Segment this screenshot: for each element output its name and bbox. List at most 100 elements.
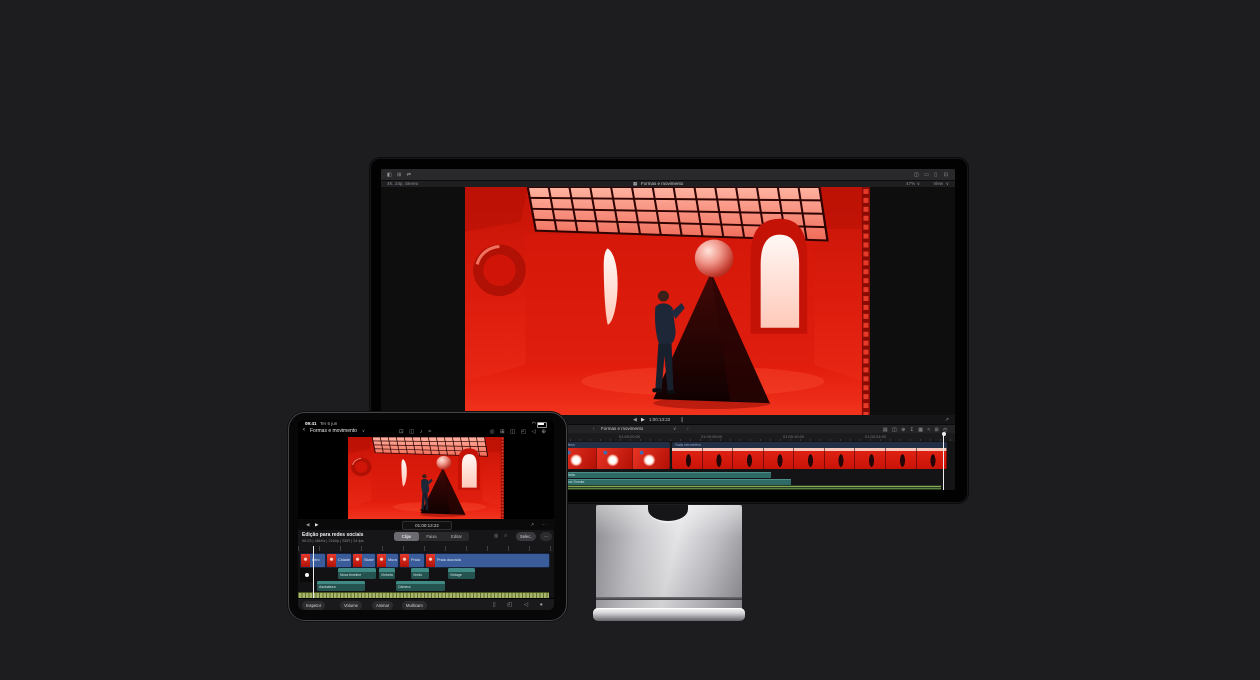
ipad-timeline: Edição para redes sociais 00:23 | 48kHz … bbox=[298, 530, 554, 598]
audio-waveform-line bbox=[560, 488, 941, 489]
video-clip[interactable]: Cidade bbox=[326, 553, 352, 568]
clip-thumbnails bbox=[560, 448, 670, 469]
fcp-toolbar: ◧ ⊞ ⇄ ◫ ▭ ▯ ⊡ bbox=[381, 169, 955, 181]
clip-thumbnail bbox=[327, 554, 336, 567]
video-clip[interactable]: Mural bbox=[376, 553, 399, 568]
ipad: 09:41 Ter 6 jun ◠ ‹ Formas e movimento ∨… bbox=[288, 412, 567, 621]
eye-icon[interactable]: ◎ bbox=[494, 533, 500, 539]
prev-frame-icon[interactable]: ◀ bbox=[633, 417, 637, 423]
inspector-button[interactable]: Inspetor bbox=[302, 601, 325, 610]
title-clip-name: Câmera bbox=[396, 584, 445, 591]
more-icon[interactable]: ⋯ bbox=[542, 522, 549, 528]
volume-button[interactable]: Volume bbox=[340, 601, 362, 610]
title-clip[interactable]: Assinatura bbox=[317, 581, 365, 591]
studio-display-base bbox=[593, 608, 745, 621]
ipad-transport: ◀ ▶ 01:00:13:22 ↗ ⋯ bbox=[298, 519, 554, 530]
video-clip[interactable]: Praia dourada bbox=[425, 553, 550, 568]
title-clip[interactable]: Nova timeline bbox=[338, 568, 376, 579]
status-date: Ter 6 jun bbox=[320, 421, 337, 426]
hero-scene: ◧ ⊞ ⇄ ◫ ▭ ▯ ⊡ 4K, 24p, Stereo ▦ Formas e… bbox=[0, 0, 1260, 680]
clip-name: Skate bbox=[364, 554, 374, 567]
toolbar-right-icons[interactable]: ▯ ◰ ◁ ● bbox=[493, 602, 548, 608]
title-clip[interactable]: Vintage bbox=[448, 568, 475, 579]
edit-mode-segmented-control: Clipe Faixa Editar bbox=[394, 532, 469, 541]
clip-name: Cidade bbox=[338, 554, 350, 567]
clip-thumbnail bbox=[764, 448, 795, 469]
clip-thumbnail bbox=[733, 448, 764, 469]
mode-range[interactable]: Faixa bbox=[419, 532, 444, 541]
title-clip-name: Vinheta bbox=[379, 572, 395, 579]
clip-thumbnail bbox=[672, 448, 703, 469]
ruler-label: 01:00:08:00 bbox=[701, 434, 722, 439]
title-clip[interactable]: Vinheta bbox=[560, 472, 771, 478]
clip-thumbnail bbox=[353, 554, 362, 567]
ipad-ruler[interactable] bbox=[298, 546, 554, 551]
multicam-button[interactable]: Multicam bbox=[402, 601, 427, 610]
ruler-label: 01:00:00:00 bbox=[619, 434, 640, 439]
play-icon[interactable]: ▶ bbox=[315, 522, 320, 528]
audio-track[interactable] bbox=[560, 485, 941, 490]
animate-button[interactable]: Animar bbox=[372, 601, 393, 610]
clip-thumbnail bbox=[400, 554, 409, 567]
nav-right-icons[interactable]: ◎ ⊞ ◫ ◰ ◁ ⊕ bbox=[490, 429, 548, 435]
title-clip[interactable]: Vinheta bbox=[379, 568, 395, 579]
clip-name: Mural bbox=[388, 554, 397, 567]
title-caret-icon: ∨ bbox=[362, 428, 365, 433]
share-icon[interactable]: ⊡ bbox=[944, 172, 950, 178]
playhead-handle[interactable] bbox=[942, 432, 946, 436]
title-clip-name: Verão bbox=[411, 572, 429, 579]
snapping-magnet-icon[interactable]: ∩ bbox=[504, 533, 510, 539]
clip-thumbnail bbox=[377, 554, 386, 567]
ipad-playhead[interactable] bbox=[313, 546, 314, 598]
select-button[interactable]: Selec. bbox=[516, 532, 536, 541]
ipad-nav-bar: ‹ Formas e movimento ∨ ⊡ ◫ ♪ ≈ ◎ ⊞ ◫ ◰ ◁… bbox=[298, 427, 554, 437]
fcp-toolbar-left-icons[interactable]: ◧ ⊞ ⇄ bbox=[387, 172, 413, 178]
ipad-viewer-video[interactable] bbox=[348, 437, 504, 519]
timeline-project-title[interactable]: Formas e movimento bbox=[601, 426, 643, 432]
media-dot bbox=[305, 573, 309, 577]
audio-meters-icon[interactable]: ∥ bbox=[681, 417, 684, 423]
clip-thumbnail bbox=[825, 448, 856, 469]
ipad-screen: 09:41 Ter 6 jun ◠ ‹ Formas e movimento ∨… bbox=[298, 420, 554, 610]
timeline-caret-icon: ∨ bbox=[673, 426, 676, 432]
mode-clip[interactable]: Clipe bbox=[394, 532, 419, 541]
project-name: Edição para redes sociais bbox=[302, 532, 363, 538]
clip-name: Praia dourada bbox=[437, 554, 548, 567]
stand-seam bbox=[596, 597, 742, 600]
title-clip[interactable]: Verão bbox=[411, 568, 429, 579]
more-button[interactable]: ⋯ bbox=[540, 532, 552, 541]
video-clip[interactable]: Sala vermelha bbox=[672, 442, 947, 469]
video-clip[interactable]: Praia bbox=[399, 553, 425, 568]
ipad-viewer bbox=[298, 437, 554, 519]
video-clip[interactable]: Skate bbox=[352, 553, 376, 568]
ipad-bottom-toolbar: Inspetor Volume Animar Multicam ▯ ◰ ◁ ● bbox=[298, 598, 554, 610]
viewer-pane bbox=[381, 187, 955, 415]
nav-center-icons[interactable]: ⊡ ◫ ♪ ≈ bbox=[399, 429, 433, 435]
clip-thumbnail bbox=[633, 448, 670, 469]
viewer-video[interactable] bbox=[465, 187, 870, 415]
clip-thumbnail bbox=[597, 448, 634, 469]
title-clip-name: Assinatura bbox=[317, 584, 365, 591]
studio-display-stand bbox=[596, 505, 742, 611]
title-clip-name: Nova timeline bbox=[338, 572, 376, 579]
ipad-tracks: Intro Cidade Skate Mural bbox=[298, 552, 554, 598]
play-icon[interactable]: ▶ bbox=[641, 417, 645, 423]
title-clip-name: Vintage bbox=[448, 572, 475, 579]
status-bar: 09:41 Ter 6 jun ◠ bbox=[298, 420, 554, 427]
fcp-layout-toggle-icons[interactable]: ◫ ▭ ▯ bbox=[914, 172, 939, 178]
fullscreen-icon[interactable]: ↗ bbox=[945, 417, 949, 423]
fullscreen-icon[interactable]: ↗ bbox=[530, 522, 536, 528]
title-clip[interactable]: Câmera bbox=[396, 581, 445, 591]
wifi-icon: ◠ bbox=[532, 421, 536, 427]
clip-thumbnail bbox=[886, 448, 917, 469]
mode-edit[interactable]: Editar bbox=[444, 532, 469, 541]
timeline-forward-icon[interactable]: › bbox=[687, 426, 689, 432]
clip-thumbnails bbox=[672, 448, 947, 469]
audio-waveform-line bbox=[560, 486, 941, 487]
timeline-back-icon[interactable]: ‹ bbox=[593, 426, 595, 432]
playhead[interactable] bbox=[943, 433, 944, 490]
ipad-project-title[interactable]: Formas e movimento bbox=[310, 428, 357, 434]
back-chevron-icon[interactable]: ‹ bbox=[303, 427, 305, 433]
video-clip[interactable]: Esfera bbox=[560, 442, 670, 469]
prev-play-icons[interactable]: ◀ bbox=[306, 522, 312, 528]
